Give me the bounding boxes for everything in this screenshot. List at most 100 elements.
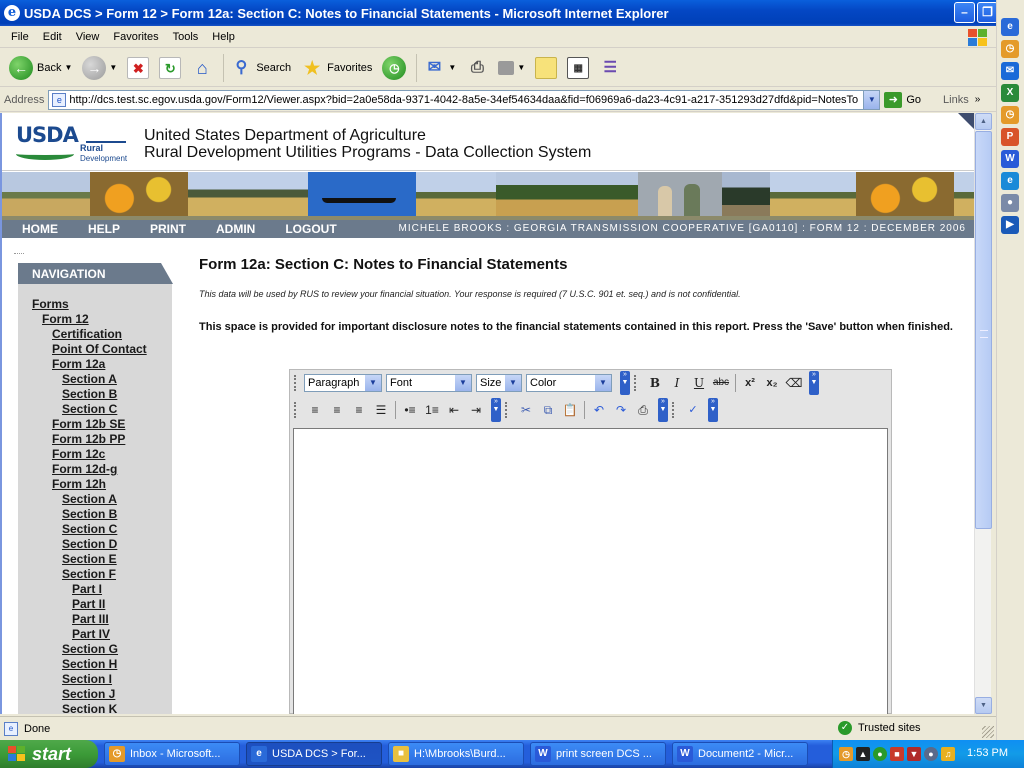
toolbar-grip[interactable] xyxy=(294,402,298,418)
search-button[interactable]: ⚲ Search xyxy=(227,52,294,84)
nav-tree-item[interactable]: Certification xyxy=(18,327,172,342)
eraser-icon[interactable]: ⌫ xyxy=(783,373,805,393)
history-button[interactable]: ◷ xyxy=(379,52,409,84)
nav-tree-item[interactable]: Form 12b SE xyxy=(18,417,172,432)
strikethrough-button[interactable]: abc xyxy=(710,373,732,393)
bold-button[interactable]: B xyxy=(644,373,666,393)
toolbar-grip[interactable] xyxy=(505,402,509,418)
font-select[interactable]: Font ▼ xyxy=(386,374,472,392)
indent-icon[interactable]: ⇥ xyxy=(465,400,487,420)
editor-text-area[interactable] xyxy=(293,428,888,714)
toolbar-more-icon[interactable]: » ▼ xyxy=(809,371,819,395)
tray-speaker-icon[interactable]: ♫ xyxy=(941,747,955,761)
toolbar-more-icon[interactable]: » ▼ xyxy=(491,398,501,422)
superscript-button[interactable]: x² xyxy=(739,373,761,393)
nav-tree-item[interactable]: Section A xyxy=(18,372,172,387)
nav-tree-item[interactable]: Section B xyxy=(18,507,172,522)
align-right-icon[interactable]: ≡ xyxy=(348,400,370,420)
redo-icon[interactable]: ↷ xyxy=(610,400,632,420)
ie-icon[interactable]: e xyxy=(1001,18,1019,36)
nav-tree-item[interactable]: Section F xyxy=(18,567,172,582)
menu-edit[interactable]: Edit xyxy=(36,31,69,43)
underline-button[interactable]: U xyxy=(688,373,710,393)
discuss-button[interactable] xyxy=(532,52,560,84)
excel-icon[interactable]: X xyxy=(1001,84,1019,102)
nav-tree-item[interactable]: Section B xyxy=(18,387,172,402)
forward-dropdown-icon[interactable]: ▼ xyxy=(109,63,117,72)
taskbar-button[interactable]: e USDA DCS > For... xyxy=(246,742,382,766)
address-input[interactable]: e http://dcs.test.sc.egov.usda.gov/Form1… xyxy=(48,89,881,110)
calendar-icon[interactable]: ◷ xyxy=(1001,106,1019,124)
nav-tree-item[interactable]: Section D xyxy=(18,537,172,552)
toolbar-grip[interactable] xyxy=(634,375,638,391)
numbered-list-icon[interactable]: 1≡ xyxy=(421,400,443,420)
back-dropdown-icon[interactable]: ▼ xyxy=(64,63,72,72)
edit-dropdown-icon[interactable]: ▼ xyxy=(517,63,525,72)
links-chevron-icon[interactable]: » xyxy=(975,94,981,105)
start-button[interactable]: start xyxy=(0,740,98,768)
tray-shield-icon[interactable]: ▼ xyxy=(907,747,921,761)
mail-button[interactable]: ✉ ▼ xyxy=(420,52,459,84)
window-titlebar[interactable]: e USDA DCS > Form 12 > Form 12a: Section… xyxy=(0,0,1024,26)
paste-icon[interactable]: 📋 xyxy=(559,400,581,420)
nav-home[interactable]: HOME xyxy=(12,222,68,236)
tray-clock[interactable]: 1:53 PM xyxy=(967,747,1008,759)
nav-tree-item[interactable]: Part II xyxy=(18,597,172,612)
nav-help[interactable]: HELP xyxy=(78,222,130,236)
toolbar-more-icon[interactable]: » ▼ xyxy=(708,398,718,422)
scroll-up-icon[interactable]: ▲ xyxy=(975,113,992,130)
word-icon[interactable]: W xyxy=(1001,150,1019,168)
minimize-button[interactable]: – xyxy=(954,2,975,23)
forward-button[interactable]: → ▼ xyxy=(79,52,120,84)
menu-help[interactable]: Help xyxy=(205,31,242,43)
cut-icon[interactable]: ✂ xyxy=(515,400,537,420)
print-icon[interactable]: ⎙ xyxy=(632,400,654,420)
align-left-icon[interactable]: ≡ xyxy=(304,400,326,420)
nav-admin[interactable]: ADMIN xyxy=(206,222,265,236)
browser-icon[interactable]: e xyxy=(1001,172,1019,190)
edit-button[interactable]: ▼ xyxy=(495,52,528,84)
nav-tree-item[interactable]: Form 12 xyxy=(18,312,172,327)
nav-print[interactable]: PRINT xyxy=(140,222,196,236)
nav-logout[interactable]: LOGOUT xyxy=(275,222,346,236)
mail-dropdown-icon[interactable]: ▼ xyxy=(448,63,456,72)
refresh-button[interactable]: ↻ xyxy=(156,52,184,84)
user-icon[interactable]: ● xyxy=(1001,194,1019,212)
taskbar-button[interactable]: Wprint screen DCS ... xyxy=(530,742,666,766)
stop-button[interactable]: ✖ xyxy=(124,52,152,84)
toolbar-more-icon[interactable]: » ▼ xyxy=(620,371,630,395)
tray-security-icon[interactable]: ■ xyxy=(890,747,904,761)
nav-tree-item[interactable]: Section J xyxy=(18,687,172,702)
restore-button[interactable]: ❐ xyxy=(977,2,998,23)
nav-tree-item[interactable]: Point Of Contact xyxy=(18,342,172,357)
scroll-down-icon[interactable]: ▼ xyxy=(975,697,992,714)
undo-icon[interactable]: ↶ xyxy=(588,400,610,420)
powerpoint-icon[interactable]: P xyxy=(1001,128,1019,146)
links-button[interactable]: Links xyxy=(943,94,969,106)
toolbar-more-icon[interactable]: » ▼ xyxy=(658,398,668,422)
scroll-thumb[interactable] xyxy=(975,131,992,529)
nav-tree-item[interactable]: Section I xyxy=(18,672,172,687)
taskbar-button[interactable]: ■ H:\Mbrooks\Burd... xyxy=(388,742,524,766)
nav-tree-item[interactable]: Form 12b PP xyxy=(18,432,172,447)
clock-icon[interactable]: ◷ xyxy=(1001,40,1019,58)
nav-tree-item[interactable]: Part III xyxy=(18,612,172,627)
subscript-button[interactable]: x₂ xyxy=(761,373,783,393)
resize-grip[interactable] xyxy=(982,726,994,738)
messenger-button[interactable]: ▦ xyxy=(564,52,592,84)
paragraph-select[interactable]: Paragraph ▼ xyxy=(304,374,382,392)
taskbar-button[interactable]: W Document2 - Micr... xyxy=(672,742,808,766)
nav-tree-item[interactable]: Section A xyxy=(18,492,172,507)
tray-warning-icon[interactable]: ▲ xyxy=(856,747,870,761)
toolbar-grip[interactable] xyxy=(672,402,676,418)
justify-icon[interactable]: ☰ xyxy=(370,400,392,420)
vertical-scrollbar[interactable]: ▲ ▼ xyxy=(974,113,992,714)
size-select[interactable]: Size ▼ xyxy=(476,374,522,392)
tray-user-icon[interactable]: ● xyxy=(924,747,938,761)
nav-tree-item[interactable]: Section H xyxy=(18,657,172,672)
color-select[interactable]: Color ▼ xyxy=(526,374,612,392)
nav-tree-item[interactable]: Section E xyxy=(18,552,172,567)
tray-clock-icon[interactable]: ◷ xyxy=(839,747,853,761)
security-zone[interactable]: ✓ Trusted sites xyxy=(838,721,921,735)
outdent-icon[interactable]: ⇤ xyxy=(443,400,465,420)
